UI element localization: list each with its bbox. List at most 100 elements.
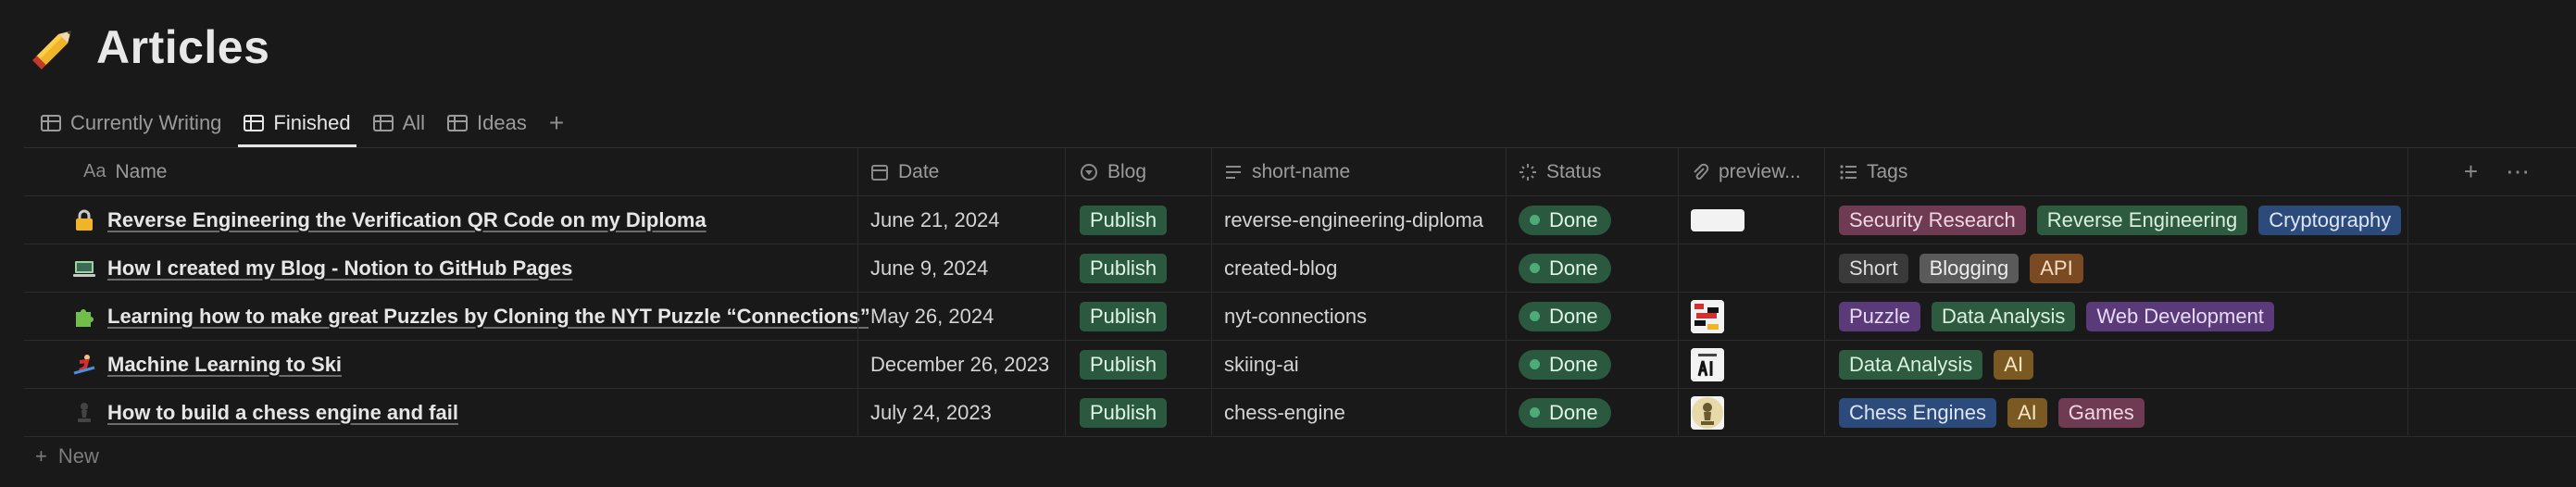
blog-cell[interactable]: Publish: [1080, 341, 1219, 388]
article-name-link[interactable]: Reverse Engineering the Verification QR …: [107, 208, 707, 232]
chess-pawn-icon: [72, 401, 96, 425]
column-divider: [1506, 148, 1507, 435]
column-header-preview[interactable]: preview...: [1691, 148, 1830, 195]
article-name-link[interactable]: How to build a chess engine and fail: [107, 401, 458, 425]
publish-badge: Publish: [1080, 205, 1168, 235]
tab-label: Currently Writing: [70, 111, 222, 134]
tab-label: Ideas: [477, 111, 527, 134]
column-divider: [1211, 148, 1212, 435]
status-dot-icon: [1530, 263, 1540, 273]
pencil-icon[interactable]: [30, 22, 80, 72]
tag-badge: API: [2030, 253, 2083, 283]
date-cell[interactable]: July 24, 2023: [870, 389, 1080, 436]
publish-badge: Publish: [1080, 397, 1168, 428]
new-row-button[interactable]: + New: [35, 444, 99, 468]
add-column-icon[interactable]: +: [2464, 157, 2478, 186]
column-header-blog[interactable]: Blog: [1080, 148, 1219, 195]
date-cell[interactable]: May 26, 2024: [870, 293, 1080, 340]
table-row[interactable]: Learning how to make great Puzzles by Cl…: [24, 293, 2576, 341]
tab-finished[interactable]: Finished: [232, 100, 361, 147]
more-options-icon[interactable]: ⋯: [2506, 157, 2530, 186]
tab-currently-writing[interactable]: Currently Writing: [30, 100, 232, 146]
preview-cell[interactable]: [1691, 293, 1830, 340]
tab-all[interactable]: All: [362, 100, 436, 146]
blog-cell[interactable]: Publish: [1080, 244, 1219, 292]
short-name-cell[interactable]: chess-engine: [1224, 389, 1511, 436]
preview-cell[interactable]: [1691, 196, 1830, 244]
tag-badge: Blogging: [1919, 253, 2020, 283]
column-header-short-name[interactable]: short-name: [1224, 148, 1511, 195]
table-row[interactable]: How to build a chess engine and fail Jul…: [24, 389, 2576, 437]
status-cell[interactable]: Done: [1519, 293, 1685, 340]
laptop-icon: [72, 256, 96, 281]
short-name-cell[interactable]: created-blog: [1224, 244, 1511, 292]
table-row[interactable]: Reverse Engineering the Verification QR …: [24, 196, 2576, 244]
calendar-icon: [871, 164, 888, 181]
blog-cell[interactable]: Publish: [1080, 196, 1219, 244]
status-cell[interactable]: Done: [1519, 341, 1685, 388]
short-name-cell[interactable]: skiing-ai: [1224, 341, 1511, 388]
tag-badge: Chess Engines: [1839, 397, 1996, 428]
blog-cell[interactable]: Publish: [1080, 389, 1219, 436]
date-cell[interactable]: June 21, 2024: [870, 196, 1080, 244]
tag-badge: Data Analysis: [1932, 301, 2076, 331]
date-cell[interactable]: December 26, 2023: [870, 341, 1080, 388]
column-header-name[interactable]: Aa Name: [83, 148, 880, 195]
table-row[interactable]: How I created my Blog - Notion to GitHub…: [24, 244, 2576, 293]
view-tabs: Currently Writing Finished All Ideas +: [30, 100, 575, 147]
status-dot-icon: [1530, 359, 1540, 369]
date-cell[interactable]: June 9, 2024: [870, 244, 1080, 292]
page-header: Articles: [30, 20, 269, 74]
tag-badge: Reverse Engineering: [2036, 205, 2248, 235]
short-name-cell[interactable]: nyt-connections: [1224, 293, 1511, 340]
tags-cell[interactable]: Chess Engines AI Games: [1839, 389, 2441, 436]
paperclip-icon: [1694, 163, 1709, 180]
preview-cell[interactable]: [1691, 244, 1830, 292]
page-title: Articles: [96, 21, 270, 73]
status-badge: Done: [1519, 253, 1611, 283]
tag-badge: Cryptography: [2258, 205, 2402, 235]
status-badge: Done: [1519, 397, 1611, 428]
puzzle-icon: [72, 305, 96, 329]
tags-cell[interactable]: Data Analysis AI: [1839, 341, 2441, 388]
status-cell[interactable]: Done: [1519, 244, 1685, 292]
status-cell[interactable]: Done: [1519, 196, 1685, 244]
ski-icon: [72, 353, 96, 377]
column-divider: [1678, 148, 1679, 435]
table-icon: [41, 115, 61, 131]
short-name-cell[interactable]: reverse-engineering-diploma: [1224, 196, 1511, 244]
tag-badge: Short: [1839, 253, 1908, 283]
preview-cell[interactable]: [1691, 389, 1830, 436]
table-icon: [244, 115, 265, 131]
status-icon: [1519, 163, 1536, 181]
preview-thumbnail: [1691, 208, 1744, 231]
article-name-link[interactable]: Machine Learning to Ski: [107, 353, 342, 377]
status-dot-icon: [1530, 311, 1540, 321]
tags-cell[interactable]: Puzzle Data Analysis Web Development: [1839, 293, 2441, 340]
tag-badge: Data Analysis: [1839, 349, 1983, 380]
article-name-link[interactable]: How I created my Blog - Notion to GitHub…: [107, 256, 572, 281]
column-header-tags[interactable]: Tags: [1839, 148, 2302, 195]
column-divider: [1824, 148, 1825, 435]
tag-badge: Games: [2057, 397, 2145, 428]
list-icon: [1840, 164, 1857, 180]
table-row[interactable]: Machine Learning to Ski December 26, 202…: [24, 341, 2576, 389]
tag-badge: Web Development: [2086, 301, 2274, 331]
status-cell[interactable]: Done: [1519, 389, 1685, 436]
add-view-icon[interactable]: +: [538, 108, 575, 138]
column-divider: [2407, 148, 2408, 435]
column-divider: [1065, 148, 1066, 435]
article-name-link[interactable]: Learning how to make great Puzzles by Cl…: [107, 305, 869, 329]
header-actions: + ⋯: [2464, 148, 2576, 195]
publish-badge: Publish: [1080, 253, 1168, 283]
column-header-status[interactable]: Status: [1519, 148, 1685, 195]
tab-label: All: [402, 111, 426, 134]
status-badge: Done: [1519, 205, 1611, 235]
tags-cell[interactable]: Short Blogging API: [1839, 244, 2441, 292]
column-header-date[interactable]: Date: [870, 148, 1083, 195]
preview-cell[interactable]: [1691, 341, 1830, 388]
plus-icon: +: [35, 444, 47, 468]
tags-cell[interactable]: Security Research Reverse Engineering Cr…: [1839, 196, 2441, 244]
tab-ideas[interactable]: Ideas: [436, 100, 538, 146]
blog-cell[interactable]: Publish: [1080, 293, 1219, 340]
